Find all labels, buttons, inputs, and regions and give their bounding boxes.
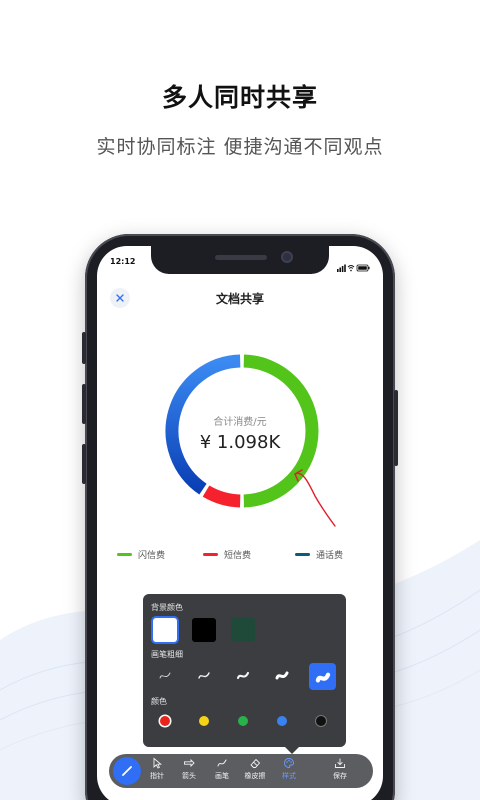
stroke-icon: [275, 671, 289, 680]
speaker-grille: [215, 255, 267, 260]
legend-swatch: [295, 553, 310, 556]
color-label: 颜色: [151, 697, 167, 706]
tool-style[interactable]: 样式: [274, 757, 304, 787]
pen-color-red[interactable]: [160, 716, 170, 726]
draw-mode-button[interactable]: [113, 757, 141, 785]
front-camera: [281, 251, 293, 263]
stroke-icon: [198, 672, 210, 679]
phone-volume-up-button: [82, 384, 86, 424]
promo-subline: 实时协同标注 便捷沟通不同观点: [96, 136, 384, 158]
pen-width-label: 画笔粗细: [151, 650, 183, 659]
legend-item-sms: 短信费: [203, 548, 251, 561]
tool-label: 保存: [333, 772, 347, 780]
pen-color-blue[interactable]: [277, 716, 287, 726]
panel-caret: [285, 747, 299, 754]
pen-color-black[interactable]: [316, 716, 326, 726]
phone-volume-down-button: [82, 444, 86, 484]
status-time: 12:12: [110, 257, 136, 266]
pen-color-yellow[interactable]: [199, 716, 209, 726]
annotation-toolbar: 指针 箭头 画笔 橡皮擦 样式 保存: [109, 754, 373, 788]
tool-pen[interactable]: 画笔: [207, 757, 237, 787]
stroke-icon: [159, 672, 171, 679]
screen-title: 文档共享: [215, 292, 264, 306]
pen-icon: [217, 759, 227, 767]
donut-center-label: 合计消费/元: [213, 417, 267, 428]
tool-save[interactable]: 保存: [325, 757, 355, 787]
signal-icon: [337, 264, 346, 272]
style-panel: 背景颜色 画笔粗细 颜色: [143, 594, 346, 747]
promo-headline: 多人同时共享: [161, 83, 318, 112]
stroke-icon: [315, 672, 330, 683]
pointer-icon: [153, 757, 163, 769]
pen-width-thickest[interactable]: [309, 663, 336, 690]
legend-swatch: [203, 553, 218, 556]
legend-swatch: [117, 553, 132, 556]
pen-width-thin[interactable]: [192, 663, 216, 687]
pen-color-green[interactable]: [238, 716, 248, 726]
bg-color-label: 背景颜色: [151, 603, 183, 612]
phone-power-button: [394, 390, 398, 466]
battery-icon: [356, 264, 370, 272]
tool-label: 画笔: [215, 772, 229, 780]
annotation-arrow-mark: [294, 469, 336, 527]
tool-eraser[interactable]: 橡皮擦: [240, 757, 270, 787]
pen-width-medium[interactable]: [231, 663, 255, 687]
phone-notch: [151, 246, 329, 274]
stroke-icon: [236, 671, 250, 680]
legend-item-flash: 闪信费: [117, 548, 165, 561]
bg-color-black[interactable]: [192, 618, 216, 642]
phone-mute-button: [82, 332, 86, 364]
save-icon: [335, 758, 345, 768]
wifi-icon: [347, 265, 355, 272]
donut-slice-2: [202, 485, 241, 508]
bg-color-dark-green[interactable]: [231, 618, 255, 642]
bg-color-white[interactable]: [153, 618, 177, 642]
phone-screen: 12:12 文档共享 合计消费/元 ¥ 1.098K 闪信费 短信费 通话费 背…: [97, 246, 383, 800]
chart-legend: 闪信费 短信费 通话费: [97, 548, 383, 562]
arrow-icon: [184, 758, 195, 768]
tool-label: 橡皮擦: [244, 772, 266, 780]
legend-label: 短信费: [224, 551, 252, 561]
pen-width-thick[interactable]: [270, 663, 294, 687]
tool-arrow[interactable]: 箭头: [174, 757, 204, 787]
tool-pointer[interactable]: 指针: [142, 757, 172, 787]
tool-label: 样式: [282, 772, 296, 780]
legend-label: 闪信费: [138, 551, 166, 561]
donut-center-value: ¥ 1.098K: [199, 432, 281, 453]
tool-label: 箭头: [182, 772, 196, 780]
legend-item-call: 通话费: [295, 548, 343, 561]
pen-width-thinnest[interactable]: [153, 663, 177, 687]
palette-icon: [284, 758, 294, 768]
status-icons: [337, 257, 371, 276]
tool-label: 指针: [150, 772, 164, 780]
pen-slash-icon: [122, 766, 132, 776]
legend-label: 通话费: [316, 551, 344, 561]
eraser-icon: [250, 758, 261, 768]
